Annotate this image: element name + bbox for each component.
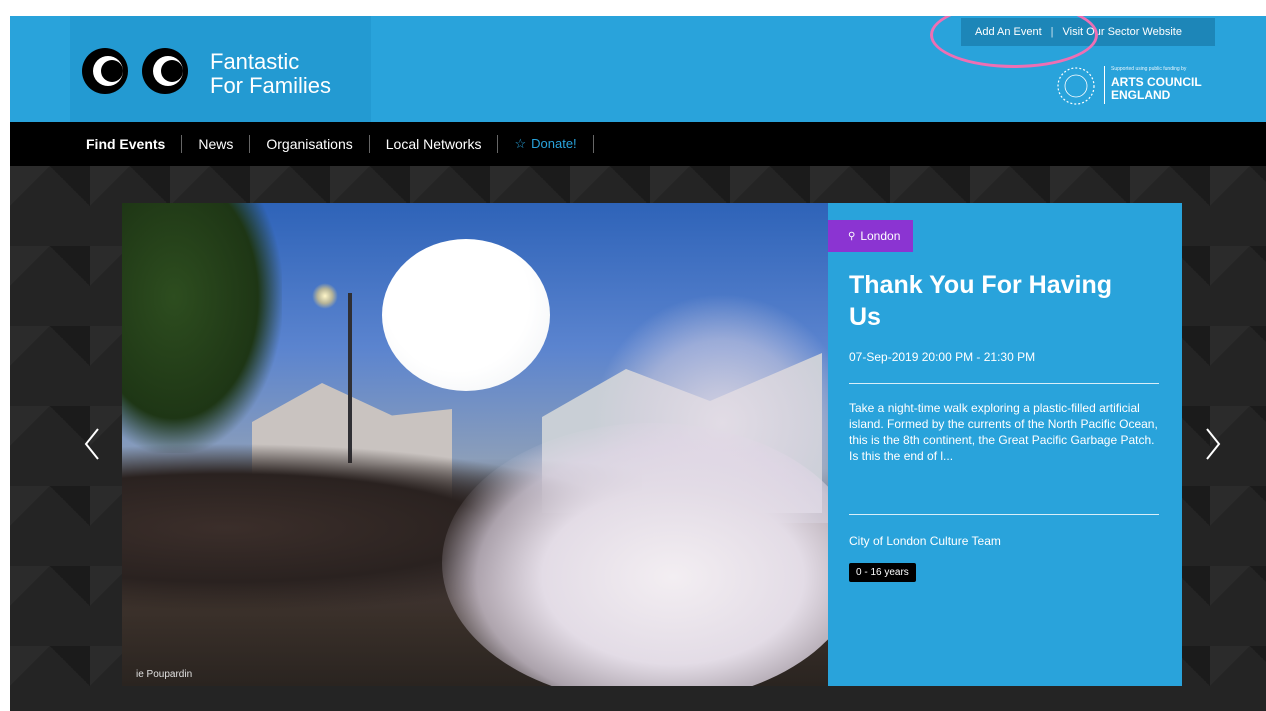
nav-find-events[interactable]: Find Events	[86, 136, 181, 152]
photo-credit: ie Poupardin	[136, 669, 193, 680]
star-outline-icon: ☆	[514, 136, 527, 151]
photo-streetlamp-glow	[312, 283, 338, 309]
carousel-next-button[interactable]	[1203, 426, 1223, 462]
logo-line-2: For Families	[210, 73, 332, 98]
top-links-divider: |	[1050, 26, 1054, 38]
location-badge[interactable]: ⚲ London	[828, 220, 914, 252]
event-description: Take a night-time walk exploring a plast…	[849, 401, 1158, 463]
map-pin-icon: ⚲	[848, 230, 856, 242]
age-range-badge: 0 - 16 years	[849, 563, 916, 582]
main-nav: Find Events News Organisations Local Net…	[10, 122, 1266, 166]
nav-local-networks[interactable]: Local Networks	[370, 136, 498, 152]
event-organiser[interactable]: City of London Culture Team	[849, 534, 1001, 548]
arts-council-name: ARTS COUNCIL ENGLAND	[1111, 76, 1202, 102]
site-header: Fantastic For Families Add An Event | Vi…	[10, 16, 1266, 122]
photo-tree	[122, 203, 282, 453]
location-label: London	[860, 229, 901, 243]
arts-council-divider	[1104, 66, 1105, 104]
event-photo[interactable]: ie Poupardin	[122, 203, 828, 686]
arts-council-small-text: Supported using public funding by	[1111, 66, 1187, 72]
nav-donate-label: Donate!	[531, 136, 577, 151]
sector-website-link[interactable]: Visit Our Sector Website	[1063, 26, 1182, 38]
nav-divider	[592, 135, 594, 153]
chevron-left-icon	[84, 428, 99, 460]
page: Fantastic For Families Add An Event | Vi…	[10, 16, 1266, 711]
nav-organisations[interactable]: Organisations	[250, 136, 368, 152]
arts-council-logo[interactable]: Supported using public funding by ARTS C…	[1054, 60, 1222, 110]
logo-line-1: Fantastic	[210, 49, 300, 74]
nav-donate[interactable]: ☆ Donate!	[498, 136, 592, 152]
event-datetime: 07-Sep-2019 20:00 PM - 21:30 PM	[849, 350, 1036, 364]
nav-news[interactable]: News	[182, 136, 249, 152]
logo-text: Fantastic For Families	[210, 50, 331, 98]
add-event-link[interactable]: Add An Event	[975, 26, 1042, 38]
top-links-bar: Add An Event | Visit Our Sector Website	[961, 18, 1215, 46]
logo-mark-icon	[82, 48, 188, 94]
photo-white-balloon	[382, 239, 550, 391]
photo-streetlamp	[348, 293, 352, 463]
panel-divider	[849, 514, 1159, 515]
carousel-prev-button[interactable]	[82, 426, 102, 462]
arts-council-line-2: ENGLAND	[1111, 88, 1171, 102]
arts-council-seal-icon	[1057, 67, 1095, 105]
panel-divider	[849, 383, 1159, 384]
site-logo[interactable]: Fantastic For Families	[70, 16, 371, 122]
event-info-panel: ⚲ London Thank You For Having Us 07-Sep-…	[828, 203, 1182, 686]
chevron-right-icon	[1206, 428, 1221, 460]
event-title[interactable]: Thank You For Having Us	[849, 269, 1149, 333]
